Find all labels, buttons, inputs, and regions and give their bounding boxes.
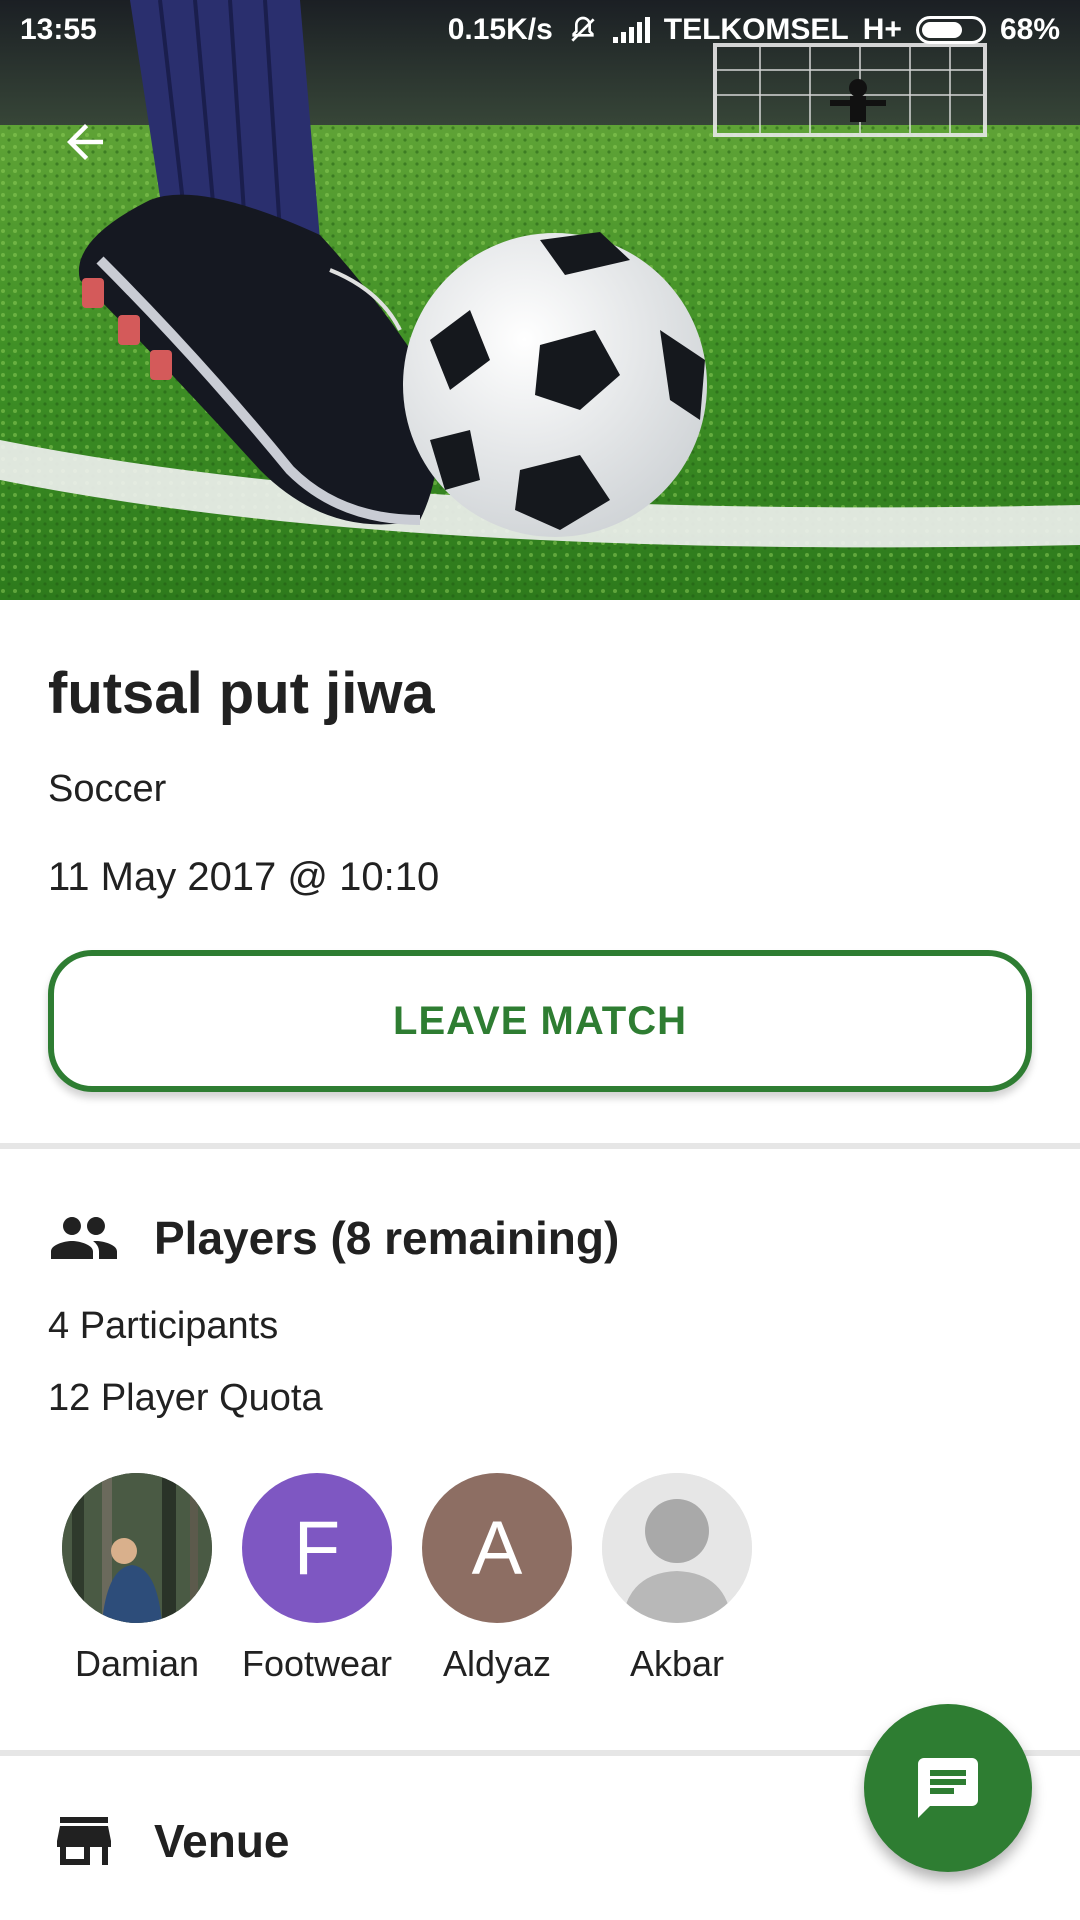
mute-bell-icon [571,16,595,42]
chat-icon [918,1758,978,1818]
players-heading: Players (8 remaining) [154,1212,620,1264]
divider [0,1143,1080,1149]
store-icon [57,1817,111,1865]
venue-heading: Venue [154,1815,290,1867]
back-button[interactable] [50,112,120,172]
signal-icon [612,17,650,43]
player-name: Damian [74,1643,200,1684]
leave-match-button[interactable]: LEAVE MATCH [48,950,1032,1092]
network-speed: 0.15K/s [447,13,553,46]
battery-level: 68% [999,13,1060,46]
arrow-back-icon [67,124,103,160]
player-item-aldyaz[interactable]: A Aldyaz [422,1473,572,1685]
player-item-damian[interactable]: Damian [62,1473,212,1685]
players-list: Damian F Footwear A Aldyaz Akbar [62,1473,752,1685]
status-bar: 13:55 0.15K/s TELKOMSEL H+ 68% [0,0,1080,60]
match-title: futsal put jiwa [48,661,435,726]
soccer-hero-illustration [0,0,1080,600]
player-name: Akbar [629,1643,725,1684]
people-icon [51,1217,117,1259]
players-section-header: Players (8 remaining) [48,1202,619,1274]
status-time: 13:55 [20,13,97,46]
match-datetime: 11 May 2017 @ 10:10 [48,855,440,899]
person-placeholder-icon [602,1473,752,1623]
carrier-name: TELKOMSEL [663,13,849,46]
avatar-initial: F [293,1505,341,1591]
network-type: H+ [862,13,902,46]
player-name: Aldyaz [442,1643,552,1684]
player-item-akbar[interactable]: Akbar [602,1473,752,1685]
player-item-footwear[interactable]: F Footwear [242,1473,392,1685]
hero-image [0,0,1080,600]
player-name: Footwear [241,1643,393,1684]
avatar-initial: A [471,1505,523,1591]
avatar [62,1473,212,1623]
player-quota: 12 Player Quota [48,1377,323,1419]
avatar-photo [62,1473,212,1623]
battery-icon [915,16,986,44]
avatar: F [242,1473,392,1623]
avatar [602,1473,752,1623]
match-sport: Soccer [48,768,167,810]
participants-count: 4 Participants [48,1305,279,1347]
chat-fab-button[interactable] [864,1704,1032,1872]
avatar: A [422,1473,572,1623]
venue-section-header: Venue [48,1805,290,1877]
